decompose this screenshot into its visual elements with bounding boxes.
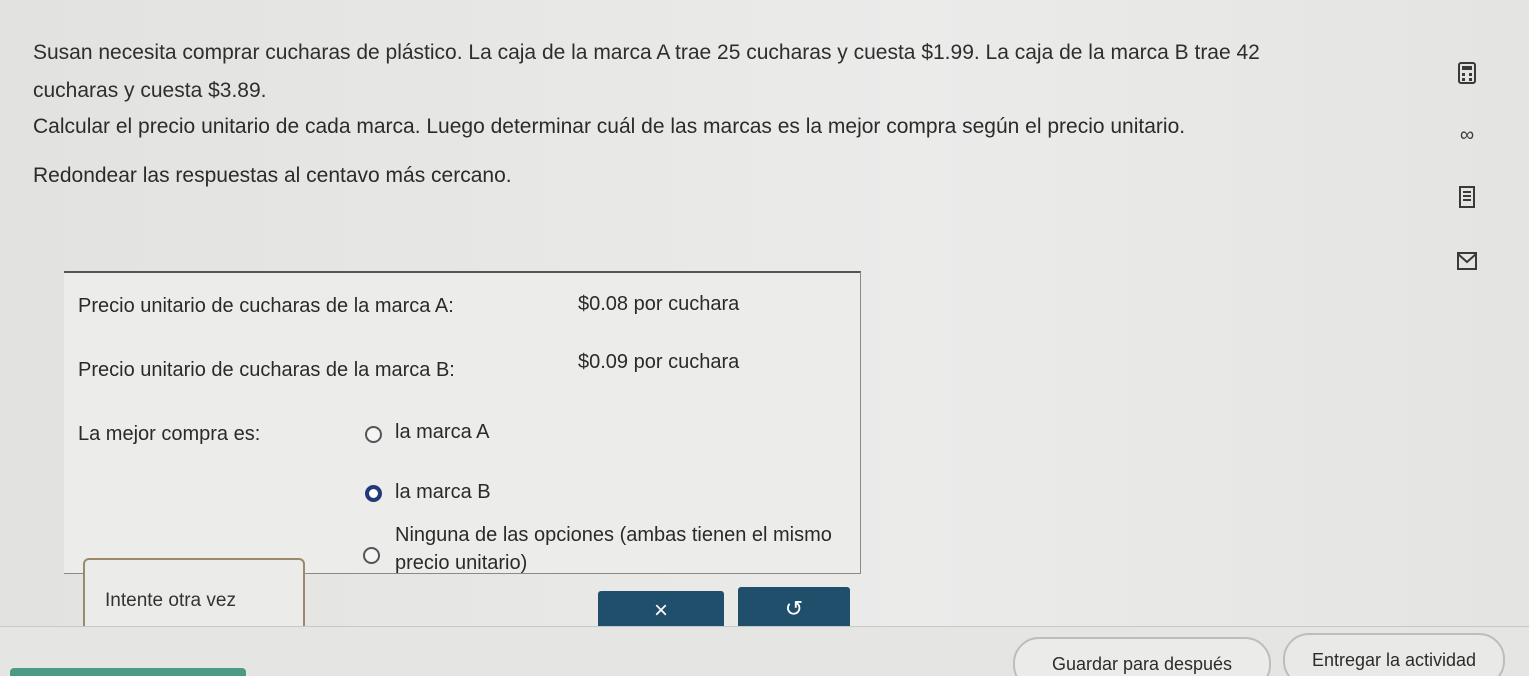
option-neither-label: Ninguna de las opciones (ambas tienen el… — [395, 524, 832, 574]
problem-statement: Susan necesita comprar cucharas de plást… — [33, 34, 1393, 110]
best-buy-label: La mejor compra es: — [78, 423, 261, 445]
notes-icon[interactable] — [1452, 182, 1482, 212]
infinity-symbol: ∞ — [1459, 123, 1475, 146]
feedback-text: Intente otra vez — [105, 590, 236, 611]
page: Susan necesita comprar cucharas de plást… — [0, 0, 1529, 676]
submit-activity-label: Entregar la actividad — [1311, 649, 1477, 670]
submit-activity-button[interactable]: Entregar la actividad — [1283, 633, 1505, 676]
clear-button[interactable]: × — [598, 591, 724, 631]
brand-a-answer: $0.08 por cuchara — [578, 293, 740, 315]
mail-icon[interactable] — [1452, 246, 1482, 276]
option-brand-a-label: la marca A — [395, 421, 490, 443]
answer-panel: Precio unitario de cucharas de la marca … — [64, 271, 861, 574]
calculator-icon[interactable] — [1452, 58, 1482, 88]
undo-icon: ↺ — [784, 596, 804, 621]
radio-brand-a[interactable] — [365, 426, 382, 443]
infinity-icon[interactable]: ∞ — [1452, 120, 1482, 150]
radio-neither[interactable] — [363, 547, 380, 564]
save-for-later-button[interactable]: Guardar para después — [1013, 637, 1271, 676]
close-icon: × — [653, 597, 668, 624]
brand-a-label: Precio unitario de cucharas de la marca … — [78, 295, 454, 317]
save-for-later-label: Guardar para después — [1051, 653, 1233, 674]
brand-b-answer: $0.09 por cuchara — [578, 351, 740, 373]
option-brand-b-label: la marca B — [395, 481, 491, 503]
instruction-text: Calcular el precio unitario de cada marc… — [33, 115, 1186, 138]
progress-strip — [10, 668, 246, 676]
problem-line-2: cucharas y cuesta $3.89. — [33, 79, 267, 102]
undo-button[interactable]: ↺ — [738, 587, 850, 631]
brand-b-label: Precio unitario de cucharas de la marca … — [78, 359, 455, 381]
rounding-text: Redondear las respuestas al centavo más … — [33, 164, 512, 187]
radio-brand-b[interactable] — [365, 485, 382, 502]
problem-line-1: Susan necesita comprar cucharas de plást… — [33, 41, 1260, 64]
